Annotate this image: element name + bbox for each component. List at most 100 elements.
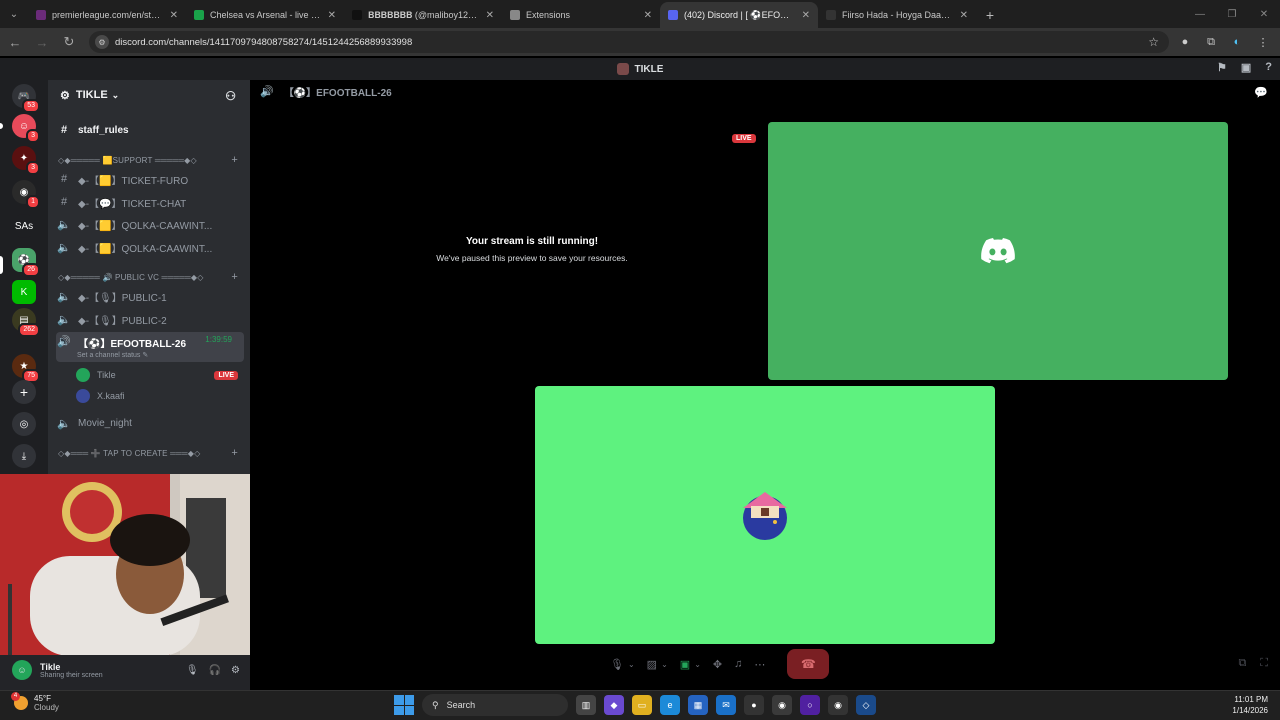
- channel-movie-night[interactable]: 🔈 Movie_night: [56, 413, 244, 433]
- app-diamond-icon[interactable]: ◇: [856, 695, 876, 715]
- window-controls: — ❐ ✕: [1184, 0, 1280, 28]
- channel-qolka-1[interactable]: 🔈 ◆-【🟨】QOLKA-CAAWINT...: [56, 214, 244, 234]
- user-settings-icon[interactable]: ⚙: [231, 665, 240, 676]
- microphone-icon[interactable]: 🎙: [610, 658, 624, 671]
- participant-tile-tikle[interactable]: [768, 122, 1228, 380]
- new-tab-button[interactable]: +: [976, 2, 1004, 28]
- category-tap-to-create[interactable]: ◇◆═══ ➕ TAP TO CREATE ═══◆◇ +: [58, 446, 244, 460]
- profile-icon[interactable]: ◐: [1227, 32, 1247, 52]
- server-dark-red[interactable]: ✦ 3: [12, 146, 40, 175]
- microphone-icon[interactable]: 🎙: [186, 665, 199, 676]
- media-app-icon[interactable]: ●: [744, 695, 764, 715]
- back-arrow-icon[interactable]: ←: [3, 30, 27, 54]
- help-icon[interactable]: ?: [1265, 61, 1272, 74]
- edge-icon[interactable]: e: [660, 695, 680, 715]
- hash-icon: #: [60, 124, 68, 136]
- taskbar-search[interactable]: ⚲ Search: [422, 694, 568, 716]
- browser-tab[interactable]: 𝐁𝐁𝐁𝐁𝐁𝐁𝐁 (@maliboy12) is ✕: [344, 2, 502, 28]
- browser-tab[interactable]: Chelsea vs Arsenal - live score, ✕: [186, 2, 344, 28]
- address-bar[interactable]: ⚙ discord.com/channels/14117097948087582…: [89, 31, 1169, 53]
- activities-icon[interactable]: ✥: [713, 658, 722, 671]
- tab-close-icon[interactable]: ✕: [170, 10, 178, 21]
- channel-public-1[interactable]: 🔈 ◆-【🎙】PUBLIC-1: [56, 286, 244, 306]
- camera-off-icon[interactable]: ▨: [647, 658, 657, 671]
- weather-widget[interactable]: 4 45°F Cloudy: [11, 692, 59, 712]
- soundboard-icon[interactable]: ♫: [734, 658, 742, 670]
- popout-icon[interactable]: ⧉: [1238, 657, 1246, 670]
- browser-tab[interactable]: Fiirso Hada - Hoyga Daawasha ✕: [818, 2, 976, 28]
- minimize-icon[interactable]: —: [1184, 0, 1216, 28]
- outlook-icon[interactable]: ✉: [716, 695, 736, 715]
- explore-icon[interactable]: ◎: [12, 412, 36, 436]
- chat-bubble-icon[interactable]: 💬: [1254, 86, 1268, 99]
- flag-icon[interactable]: ⚑: [1217, 61, 1227, 74]
- inbox-icon[interactable]: ▣: [1241, 61, 1251, 74]
- chevron-down-icon[interactable]: ⌄: [694, 660, 701, 669]
- voice-member-tikle[interactable]: Tikle LIVE: [76, 365, 242, 385]
- site-info-icon[interactable]: ⚙: [95, 35, 109, 49]
- browser-tab[interactable]: premierleague.com/en/stats/cl ✕: [28, 2, 186, 28]
- server-green-k[interactable]: K: [12, 280, 36, 304]
- tab-close-icon[interactable]: ✕: [960, 10, 968, 21]
- avatar: [76, 389, 90, 403]
- tab-close-icon[interactable]: ✕: [802, 10, 810, 21]
- server-star[interactable]: ★ 75: [12, 354, 40, 383]
- channel-public-2[interactable]: 🔈 ◆-【🎙】PUBLIC-2: [56, 309, 244, 329]
- headphones-icon[interactable]: 🎧: [209, 665, 221, 676]
- chevron-down-icon[interactable]: ⌄: [628, 660, 635, 669]
- channel-ticket-furo[interactable]: # ◆-【🟨】TICKET-FURO: [56, 169, 244, 189]
- add-server-icon[interactable]: +: [12, 380, 36, 404]
- more-options-icon[interactable]: ⋯: [754, 658, 765, 671]
- download-icon[interactable]: ⤓: [12, 444, 36, 468]
- server-sas[interactable]: SAs: [12, 214, 36, 238]
- tab-close-icon[interactable]: ✕: [328, 10, 336, 21]
- server-folder[interactable]: ▤ 262: [12, 308, 40, 337]
- channel-qolka-2[interactable]: 🔈 ◆-【🟨】QOLKA-CAAWINT...: [56, 237, 244, 257]
- invite-people-icon[interactable]: ⚇: [225, 89, 236, 103]
- create-channel-icon[interactable]: +: [231, 447, 238, 459]
- copilot-icon[interactable]: ◆: [604, 695, 624, 715]
- store-icon[interactable]: ▦: [688, 695, 708, 715]
- server-discord-red[interactable]: ☺ 3: [12, 114, 40, 143]
- participant-tile-xkaafi[interactable]: [535, 386, 995, 644]
- chrome-icon[interactable]: ◉: [772, 695, 792, 715]
- server-tikle[interactable]: ⚽ 26: [12, 248, 40, 277]
- browser-tab[interactable]: (402) Discord | [ ⚽EFOOTB ✕: [660, 2, 818, 28]
- browser-tab[interactable]: Extensions ✕: [502, 2, 660, 28]
- close-window-icon[interactable]: ✕: [1248, 0, 1280, 28]
- windows-start-icon[interactable]: [394, 695, 414, 715]
- channel-staff-rules[interactable]: # staff_rules: [56, 120, 244, 140]
- tab-search-icon[interactable]: ⌄: [0, 0, 28, 28]
- stream-paused-title: Your stream is still running!: [465, 236, 599, 247]
- tab-close-icon[interactable]: ✕: [644, 10, 652, 21]
- channel-ticket-chat[interactable]: # ◆-【💬】TICKET-CHAT: [56, 192, 244, 212]
- guild-header[interactable]: ⚙ TIKLE ⌄ ⚇: [48, 80, 250, 110]
- task-view-icon[interactable]: ▥: [576, 695, 596, 715]
- direct-messages-icon[interactable]: 🎮 53: [12, 84, 40, 113]
- bookmark-star-icon[interactable]: ☆: [1148, 35, 1159, 49]
- voice-member-xkaafi[interactable]: X.kaafi: [76, 386, 242, 406]
- fullscreen-icon[interactable]: ⛶: [1260, 657, 1268, 670]
- restore-icon[interactable]: ❐: [1216, 0, 1248, 28]
- app-circle-icon[interactable]: ○: [800, 695, 820, 715]
- tab-close-icon[interactable]: ✕: [486, 10, 494, 21]
- user-avatar[interactable]: ☺: [12, 660, 32, 680]
- screen-share-icon[interactable]: ▣: [680, 658, 690, 671]
- create-channel-icon[interactable]: +: [231, 154, 238, 166]
- discord-title-bar: TIKLE ⚑ ▣ ?: [0, 58, 1280, 80]
- server-dark[interactable]: ◉ 1: [12, 180, 40, 209]
- chrome-profile-icon[interactable]: ◉: [828, 695, 848, 715]
- chrome-menu-icon[interactable]: ⋮: [1253, 32, 1273, 52]
- file-explorer-icon[interactable]: ▭: [632, 695, 652, 715]
- category-public-vc[interactable]: ◇◆═════ 🔊 PUBLIC VC ═════◆◇ +: [58, 270, 244, 284]
- set-channel-status[interactable]: Set a channel status ✎: [77, 351, 148, 359]
- system-clock[interactable]: 11:01 PM 1/14/2026: [1232, 694, 1268, 716]
- extension-icon[interactable]: ●: [1175, 32, 1195, 52]
- reload-icon[interactable]: ↻: [57, 30, 81, 54]
- create-channel-icon[interactable]: +: [231, 271, 238, 283]
- extensions-puzzle-icon[interactable]: ⧉: [1201, 32, 1221, 52]
- disconnect-call-button[interactable]: ☎: [787, 649, 830, 679]
- forward-arrow-icon[interactable]: →: [30, 30, 54, 54]
- category-support[interactable]: ◇◆═════ 🟨SUPPORT ═════◆◇ +: [58, 153, 244, 167]
- chevron-down-icon[interactable]: ⌄: [661, 660, 668, 669]
